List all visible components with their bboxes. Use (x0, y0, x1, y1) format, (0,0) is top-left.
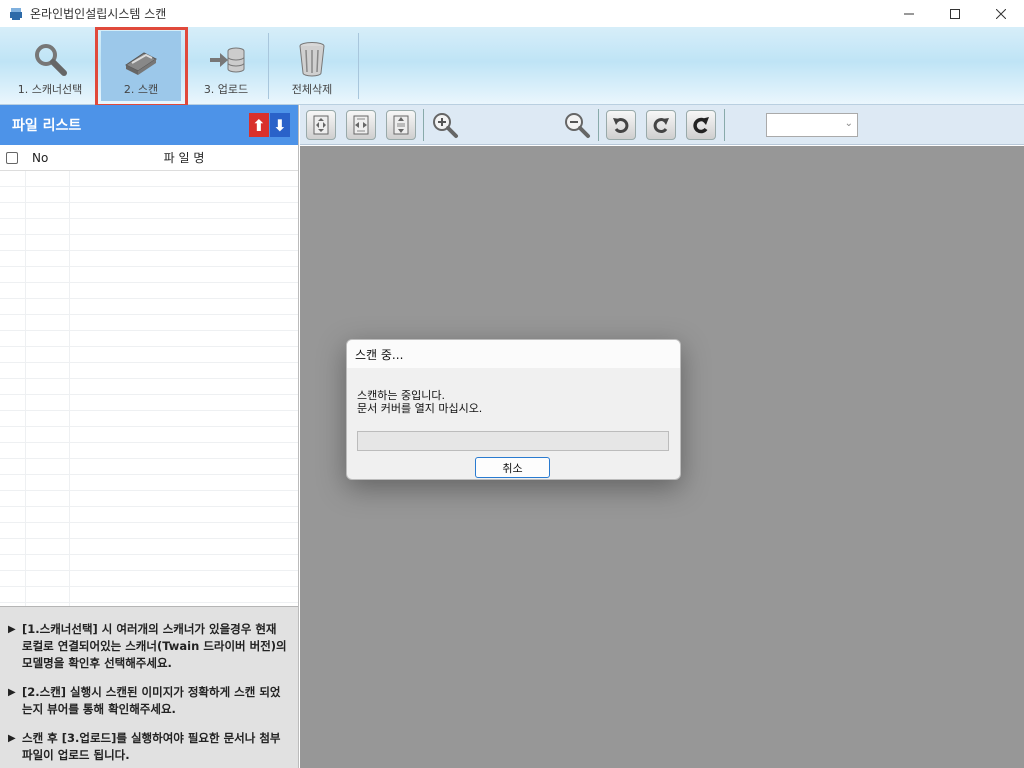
file-list-header: 파일 리스트 ⬆ ⬇ (0, 105, 298, 145)
viewer-toolbar-separator (724, 109, 725, 141)
file-list-panel: 파일 리스트 ⬆ ⬇ No 파 일 명 ▶ [1.스캐너선택] 시 여러개의 스캐… (0, 105, 299, 768)
table-row (0, 203, 298, 219)
scanner-select-button[interactable]: 1. 스캐너선택 (8, 31, 92, 101)
column-file-name: 파 일 명 (163, 151, 205, 165)
upload-label: 3. 업로드 (203, 83, 249, 96)
dialog-message-line: 스캔하는 중입니다. (357, 389, 445, 402)
table-row (0, 443, 298, 459)
bullet-icon: ▶ (8, 624, 16, 635)
table-row (0, 507, 298, 523)
scan-progress-dialog: 스캔 중... 스캔하는 중입니다. 문서 커버를 열지 마십시오. 취소 (346, 339, 681, 480)
dialog-message-line: 문서 커버를 열지 마십시오. (357, 402, 483, 415)
fit-page-icon (313, 115, 329, 135)
viewer-toolbar-separator (598, 109, 599, 141)
file-list-column-header: No 파 일 명 (0, 145, 298, 171)
trash-icon (299, 42, 325, 77)
title-bar: 온라인법인설립시스템 스캔 (0, 0, 1024, 27)
table-row (0, 571, 298, 587)
rotate-180-button[interactable] (686, 110, 716, 140)
sort-up-button[interactable]: ⬆ (249, 113, 269, 137)
table-row (0, 555, 298, 571)
help-item: ▶ [1.스캐너선택] 시 여러개의 스캐너가 있을경우 현재 로컬로 연결되어있… (8, 621, 288, 672)
table-row (0, 315, 298, 331)
table-row (0, 283, 298, 299)
minimize-icon (904, 13, 914, 14)
window-title: 온라인법인설립시스템 스캔 (30, 7, 167, 21)
column-no: No (32, 150, 49, 165)
close-button[interactable] (978, 0, 1024, 27)
table-row (0, 395, 298, 411)
table-row (0, 331, 298, 347)
delete-all-button[interactable]: 전체삭제 (276, 31, 348, 101)
fit-page-button[interactable] (306, 110, 336, 140)
table-row (0, 219, 298, 235)
table-row (0, 587, 298, 603)
scan-progress-bar (357, 431, 669, 451)
fit-height-icon (393, 115, 409, 135)
zoom-in-button[interactable] (430, 110, 460, 140)
table-row (0, 347, 298, 363)
table-row (0, 523, 298, 539)
dialog-title: 스캔 중... (347, 340, 680, 368)
bullet-icon: ▶ (8, 687, 16, 698)
maximize-button[interactable] (932, 0, 978, 27)
close-icon (996, 8, 1006, 19)
table-row (0, 379, 298, 395)
rotate-left-button[interactable] (606, 110, 636, 140)
fit-height-button[interactable] (386, 110, 416, 140)
help-item: ▶ [2.스캔] 실행시 스캔된 이미지가 정확하게 스캔 되었는지 뷰어를 통해… (8, 684, 288, 718)
table-row (0, 459, 298, 475)
help-text: [1.스캐너선택] 시 여러개의 스캐너가 있을경우 현재 로컬로 연결되어있는… (22, 622, 287, 670)
table-row (0, 235, 298, 251)
viewer-toolbar-separator (423, 109, 424, 141)
delete-all-label: 전체삭제 (291, 83, 333, 96)
zoom-select[interactable]: ⌄ (766, 113, 858, 137)
file-list-title: 파일 리스트 (12, 118, 82, 134)
table-row (0, 267, 298, 283)
table-row (0, 491, 298, 507)
upload-database-icon (210, 47, 245, 73)
file-list-rows[interactable] (0, 171, 298, 606)
upload-button[interactable]: 3. 업로드 (190, 31, 262, 101)
select-all-checkbox[interactable] (6, 151, 18, 164)
rotate-right-button[interactable] (646, 110, 676, 140)
minimize-button[interactable] (886, 0, 932, 27)
fit-width-icon (353, 115, 369, 135)
table-row (0, 539, 298, 555)
help-text: [2.스캔] 실행시 스캔된 이미지가 정확하게 스캔 되었는지 뷰어를 통해 … (22, 685, 281, 716)
fit-width-button[interactable] (346, 110, 376, 140)
arrow-down-icon: ⬇ (273, 115, 287, 135)
table-row (0, 187, 298, 203)
sort-down-button[interactable]: ⬇ (270, 113, 290, 137)
maximize-icon (950, 8, 960, 19)
help-item: ▶ 스캔 후 [3.업로드]를 실행하여야 필요한 문서나 첨부파일이 업로드 됩… (8, 730, 288, 764)
table-row (0, 475, 298, 491)
zoom-out-button[interactable] (562, 110, 592, 140)
viewer-toolbar: ⌄ (300, 105, 1024, 145)
arrow-up-icon: ⬆ (252, 115, 266, 135)
table-row (0, 251, 298, 267)
magnifier-icon (35, 44, 67, 76)
zoom-in-icon (433, 113, 458, 138)
scanner-app-icon (10, 7, 22, 20)
help-panel: ▶ [1.스캐너선택] 시 여러개의 스캐너가 있을경우 현재 로컬로 연결되어있… (0, 606, 298, 768)
help-text: 스캔 후 [3.업로드]를 실행하여야 필요한 문서나 첨부파일이 업로드 됩니… (22, 731, 281, 762)
scan-button-highlight (95, 27, 188, 107)
scanner-select-label: 1. 스캐너선택 (17, 83, 83, 96)
rotate-right-icon (653, 118, 669, 134)
rotate-left-icon (613, 118, 629, 134)
toolbar-separator (358, 33, 359, 99)
dialog-message: 스캔하는 중입니다. 문서 커버를 열지 마십시오. (357, 389, 482, 415)
table-row (0, 427, 298, 443)
table-row (0, 171, 298, 187)
chevron-down-icon: ⌄ (844, 118, 853, 129)
rotate-180-icon (693, 117, 709, 134)
bullet-icon: ▶ (8, 733, 16, 744)
table-row (0, 411, 298, 427)
cancel-button[interactable]: 취소 (475, 457, 550, 478)
table-row (0, 299, 298, 315)
toolbar-separator (268, 33, 269, 99)
zoom-out-icon (565, 113, 590, 138)
table-row (0, 363, 298, 379)
